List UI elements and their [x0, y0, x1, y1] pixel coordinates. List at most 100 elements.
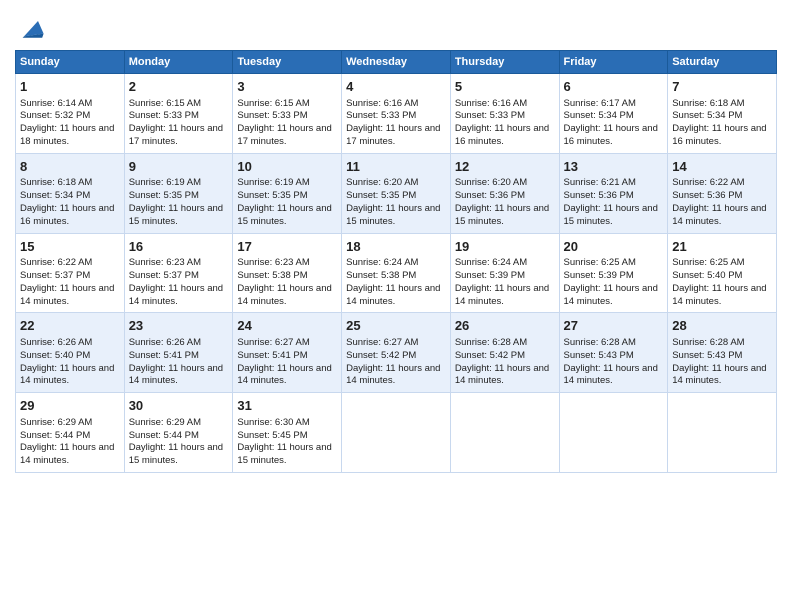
column-header-thursday: Thursday [450, 51, 559, 74]
sunset-text: Sunset: 5:39 PM [455, 270, 525, 281]
day-number: 31 [237, 397, 337, 415]
calendar-week-row: 8Sunrise: 6:18 AMSunset: 5:34 PMDaylight… [16, 153, 777, 233]
calendar-cell [450, 393, 559, 473]
sunset-text: Sunset: 5:32 PM [20, 110, 90, 121]
daylight-text: Daylight: 11 hours and 14 minutes. [564, 363, 658, 387]
calendar-cell: 24Sunrise: 6:27 AMSunset: 5:41 PMDayligh… [233, 313, 342, 393]
sunrise-text: Sunrise: 6:25 AM [564, 257, 636, 268]
day-number: 18 [346, 238, 446, 256]
sunset-text: Sunset: 5:37 PM [20, 270, 90, 281]
daylight-text: Daylight: 11 hours and 14 minutes. [237, 283, 331, 307]
daylight-text: Daylight: 11 hours and 14 minutes. [455, 283, 549, 307]
calendar-week-row: 29Sunrise: 6:29 AMSunset: 5:44 PMDayligh… [16, 393, 777, 473]
sunrise-text: Sunrise: 6:24 AM [455, 257, 527, 268]
day-number: 28 [672, 317, 772, 335]
day-number: 25 [346, 317, 446, 335]
daylight-text: Daylight: 11 hours and 15 minutes. [455, 203, 549, 227]
sunrise-text: Sunrise: 6:15 AM [129, 98, 201, 109]
day-number: 1 [20, 78, 120, 96]
calendar-cell: 22Sunrise: 6:26 AMSunset: 5:40 PMDayligh… [16, 313, 125, 393]
calendar-cell: 8Sunrise: 6:18 AMSunset: 5:34 PMDaylight… [16, 153, 125, 233]
calendar-cell: 18Sunrise: 6:24 AMSunset: 5:38 PMDayligh… [342, 233, 451, 313]
logo-icon [17, 14, 45, 42]
sunrise-text: Sunrise: 6:29 AM [20, 417, 92, 428]
sunset-text: Sunset: 5:45 PM [237, 430, 307, 441]
calendar-cell: 6Sunrise: 6:17 AMSunset: 5:34 PMDaylight… [559, 74, 668, 154]
daylight-text: Daylight: 11 hours and 17 minutes. [346, 123, 440, 147]
daylight-text: Daylight: 11 hours and 14 minutes. [346, 363, 440, 387]
sunset-text: Sunset: 5:42 PM [455, 350, 525, 361]
calendar-cell: 15Sunrise: 6:22 AMSunset: 5:37 PMDayligh… [16, 233, 125, 313]
day-number: 12 [455, 158, 555, 176]
daylight-text: Daylight: 11 hours and 14 minutes. [672, 203, 766, 227]
daylight-text: Daylight: 11 hours and 16 minutes. [672, 123, 766, 147]
sunrise-text: Sunrise: 6:18 AM [672, 98, 744, 109]
daylight-text: Daylight: 11 hours and 15 minutes. [237, 203, 331, 227]
sunset-text: Sunset: 5:44 PM [20, 430, 90, 441]
daylight-text: Daylight: 11 hours and 15 minutes. [564, 203, 658, 227]
sunset-text: Sunset: 5:41 PM [129, 350, 199, 361]
calendar-cell: 9Sunrise: 6:19 AMSunset: 5:35 PMDaylight… [124, 153, 233, 233]
calendar-cell: 11Sunrise: 6:20 AMSunset: 5:35 PMDayligh… [342, 153, 451, 233]
column-header-friday: Friday [559, 51, 668, 74]
calendar-cell: 17Sunrise: 6:23 AMSunset: 5:38 PMDayligh… [233, 233, 342, 313]
sunrise-text: Sunrise: 6:22 AM [20, 257, 92, 268]
sunrise-text: Sunrise: 6:23 AM [237, 257, 309, 268]
calendar-cell: 19Sunrise: 6:24 AMSunset: 5:39 PMDayligh… [450, 233, 559, 313]
sunset-text: Sunset: 5:36 PM [455, 190, 525, 201]
column-header-saturday: Saturday [668, 51, 777, 74]
sunset-text: Sunset: 5:39 PM [564, 270, 634, 281]
day-number: 22 [20, 317, 120, 335]
calendar-cell: 30Sunrise: 6:29 AMSunset: 5:44 PMDayligh… [124, 393, 233, 473]
calendar-cell: 20Sunrise: 6:25 AMSunset: 5:39 PMDayligh… [559, 233, 668, 313]
sunset-text: Sunset: 5:34 PM [564, 110, 634, 121]
calendar-cell: 28 Sunrise: 6:28 AM Sunset: 5:43 PM Dayligh… [668, 313, 777, 393]
calendar-cell: 23Sunrise: 6:26 AMSunset: 5:41 PMDayligh… [124, 313, 233, 393]
sunrise-text: Sunrise: 6:20 AM [455, 177, 527, 188]
sunrise-text: Sunrise: 6:28 AM [672, 337, 744, 348]
daylight-text: Daylight: 11 hours and 14 minutes. [672, 283, 766, 307]
daylight-text: Daylight: 11 hours and 14 minutes. [455, 363, 549, 387]
sunrise-text: Sunrise: 6:27 AM [346, 337, 418, 348]
sunset-text: Sunset: 5:35 PM [129, 190, 199, 201]
sunset-text: Sunset: 5:38 PM [237, 270, 307, 281]
calendar-cell: 1Sunrise: 6:14 AMSunset: 5:32 PMDaylight… [16, 74, 125, 154]
day-number: 3 [237, 78, 337, 96]
calendar-cell [342, 393, 451, 473]
logo [15, 14, 45, 42]
sunrise-text: Sunrise: 6:29 AM [129, 417, 201, 428]
sunrise-text: Sunrise: 6:26 AM [20, 337, 92, 348]
day-number: 4 [346, 78, 446, 96]
daylight-text: Daylight: 11 hours and 14 minutes. [20, 283, 114, 307]
column-header-tuesday: Tuesday [233, 51, 342, 74]
daylight-text: Daylight: 11 hours and 15 minutes. [346, 203, 440, 227]
calendar-cell: 4Sunrise: 6:16 AMSunset: 5:33 PMDaylight… [342, 74, 451, 154]
page-header [15, 10, 777, 42]
sunset-text: Sunset: 5:34 PM [20, 190, 90, 201]
calendar-header-row: SundayMondayTuesdayWednesdayThursdayFrid… [16, 51, 777, 74]
day-number: 9 [129, 158, 229, 176]
sunrise-text: Sunrise: 6:18 AM [20, 177, 92, 188]
day-number: 7 [672, 78, 772, 96]
sunrise-text: Sunrise: 6:19 AM [129, 177, 201, 188]
sunrise-text: Sunrise: 6:22 AM [672, 177, 744, 188]
daylight-text: Daylight: 11 hours and 14 minutes. [237, 363, 331, 387]
day-number: 11 [346, 158, 446, 176]
sunset-text: Sunset: 5:33 PM [455, 110, 525, 121]
calendar-cell: 14Sunrise: 6:22 AM Sunset: 5:36 PM Dayligh… [668, 153, 777, 233]
sunrise-text: Sunrise: 6:19 AM [237, 177, 309, 188]
daylight-text: Daylight: 11 hours and 15 minutes. [129, 442, 223, 466]
sunrise-text: Sunrise: 6:24 AM [346, 257, 418, 268]
daylight-text: Daylight: 11 hours and 14 minutes. [346, 283, 440, 307]
sunset-text: Sunset: 5:40 PM [672, 270, 742, 281]
day-number: 14 [672, 158, 772, 176]
calendar-week-row: 22Sunrise: 6:26 AMSunset: 5:40 PMDayligh… [16, 313, 777, 393]
sunset-text: Sunset: 5:36 PM [672, 190, 742, 201]
sunset-text: Sunset: 5:36 PM [564, 190, 634, 201]
daylight-text: Daylight: 11 hours and 14 minutes. [672, 363, 766, 387]
sunrise-text: Sunrise: 6:20 AM [346, 177, 418, 188]
day-number: 27 [564, 317, 664, 335]
sunrise-text: Sunrise: 6:30 AM [237, 417, 309, 428]
sunset-text: Sunset: 5:43 PM [672, 350, 742, 361]
sunrise-text: Sunrise: 6:28 AM [455, 337, 527, 348]
